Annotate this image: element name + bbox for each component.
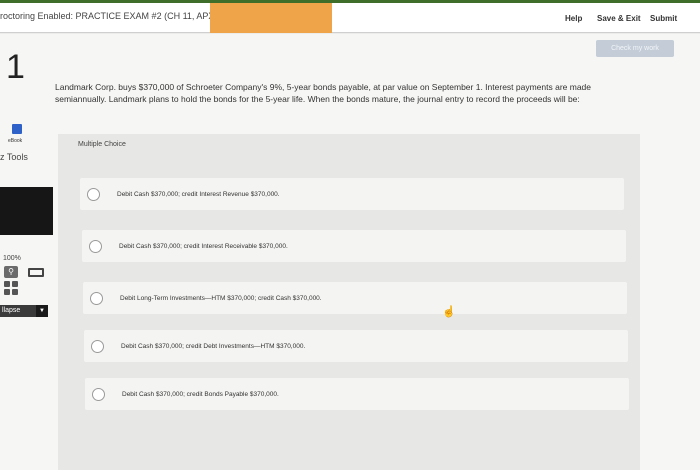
question-text: Landmark Corp. buys $370,000 of Schroete…: [55, 82, 592, 104]
answer-option[interactable]: Debit Cash $370,000; credit Interest Rev…: [80, 178, 624, 210]
proctor-tab: [210, 3, 332, 33]
answer-option[interactable]: Debit Cash $370,000; credit Interest Rec…: [82, 230, 626, 262]
collapse-button[interactable]: llapse ▼: [0, 305, 48, 317]
answer-option-text: Debit Cash $370,000; credit Bonds Payabl…: [122, 390, 279, 398]
answer-option-text: Debit Cash $370,000; credit Interest Rev…: [117, 190, 280, 198]
ebook-label[interactable]: eBook: [8, 138, 22, 144]
radio-button[interactable]: [89, 239, 102, 253]
monitor-icon[interactable]: [28, 268, 44, 277]
submit-link[interactable]: Submit: [650, 14, 677, 23]
radio-button[interactable]: [92, 387, 105, 401]
question-number: 1: [6, 48, 25, 86]
multiple-choice-label: Multiple Choice: [78, 141, 126, 148]
collapse-label: llapse: [2, 307, 21, 314]
sidebar: eBook z Tools 100% ⚲ llapse ▼: [0, 112, 55, 332]
help-link[interactable]: Help: [565, 14, 582, 23]
answer-option-text: Debit Cash $370,000; credit Debt Investm…: [121, 342, 306, 350]
radio-button[interactable]: [87, 187, 100, 201]
grid-icon[interactable]: [4, 281, 18, 295]
answer-option[interactable]: Debit Cash $370,000; credit Bonds Payabl…: [85, 378, 629, 410]
tools-panel-block: [0, 187, 53, 235]
save-exit-link[interactable]: Save & Exit: [597, 14, 641, 23]
top-bar: roctoring Enabled: PRACTICE EXAM #2 (CH …: [0, 3, 700, 33]
answer-option[interactable]: Debit Cash $370,000; credit Debt Investm…: [84, 330, 628, 362]
answer-option[interactable]: Debit Long-Term Investments—HTM $370,000…: [83, 282, 627, 314]
multiple-choice-panel: Multiple Choice Debit Cash $370,000; cre…: [58, 134, 640, 470]
tools-label[interactable]: z Tools: [0, 152, 28, 162]
zoom-icon[interactable]: ⚲: [4, 266, 18, 278]
radio-button[interactable]: [91, 339, 104, 353]
ebook-icon[interactable]: [12, 124, 22, 134]
radio-button[interactable]: [90, 291, 103, 305]
chevron-down-icon[interactable]: ▼: [36, 305, 48, 317]
exam-title: roctoring Enabled: PRACTICE EXAM #2 (CH …: [0, 11, 227, 21]
hand-cursor-icon: ☝: [442, 306, 456, 318]
zoom-level: 100%: [3, 255, 21, 262]
check-my-work-button[interactable]: Check my work: [596, 40, 674, 57]
answer-option-text: Debit Long-Term Investments—HTM $370,000…: [120, 294, 322, 302]
answer-option-text: Debit Cash $370,000; credit Interest Rec…: [119, 242, 288, 250]
